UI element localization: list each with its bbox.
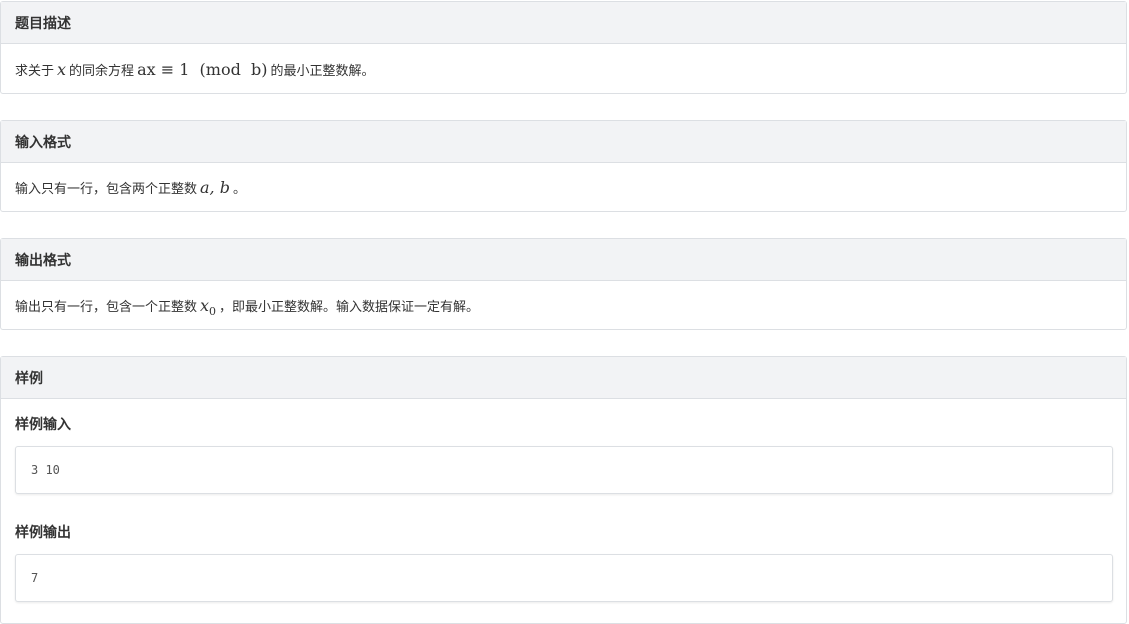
input-format-card: 输入格式 输入只有一行，包含两个正整数 a, b 。 xyxy=(0,120,1127,212)
description-title: 题目描述 xyxy=(15,15,71,32)
description-body: 求关于 x 的同余方程 ax ≡ 1 (mod b) 的最小正整数解。 xyxy=(1,44,1126,94)
sample-header: 样例 xyxy=(1,357,1126,399)
sample-input-label: 样例输入 xyxy=(15,417,71,433)
sample-output-box[interactable]: 7 xyxy=(15,554,1113,602)
input-format-title: 输入格式 xyxy=(15,134,71,151)
math-congruence-equation: ax ≡ 1 (mod b) xyxy=(137,59,268,79)
output-format-header: 输出格式 xyxy=(1,239,1126,281)
output-format-title: 输出格式 xyxy=(15,252,71,269)
description-text-mid: 的同余方程 xyxy=(69,63,135,79)
math-var-x: x xyxy=(57,59,67,79)
sample-title: 样例 xyxy=(15,370,43,387)
output-format-card: 输出格式 输出只有一行，包含一个正整数 x0 ，即最小正整数解。输入数据保证一定… xyxy=(0,238,1127,330)
output-format-text-after: ，即最小正整数解。输入数据保证一定有解。 xyxy=(219,300,480,315)
description-card: 题目描述 求关于 x 的同余方程 ax ≡ 1 (mod b) 的最小正整数解。 xyxy=(0,1,1127,94)
output-format-body: 输出只有一行，包含一个正整数 x0 ，即最小正整数解。输入数据保证一定有解。 xyxy=(1,281,1126,330)
input-format-header: 输入格式 xyxy=(1,121,1126,163)
sample-output-label: 样例输出 xyxy=(15,525,71,541)
math-vars-ab: a, b xyxy=(200,178,230,197)
description-header: 题目描述 xyxy=(1,2,1126,44)
input-format-body: 输入只有一行，包含两个正整数 a, b 。 xyxy=(1,163,1126,212)
math-var-x0: x0 xyxy=(200,296,217,318)
input-format-text-before: 输入只有一行，包含两个正整数 xyxy=(15,182,198,197)
sample-card: 样例 样例输入 3 10 样例输出 7 xyxy=(0,356,1127,624)
output-format-text-before: 输出只有一行，包含一个正整数 xyxy=(15,300,198,315)
sample-input-box[interactable]: 3 10 xyxy=(15,446,1113,494)
input-format-text-after: 。 xyxy=(232,182,246,197)
description-text-after: 的最小正整数解。 xyxy=(270,63,375,79)
description-text-before: 求关于 xyxy=(15,63,55,79)
